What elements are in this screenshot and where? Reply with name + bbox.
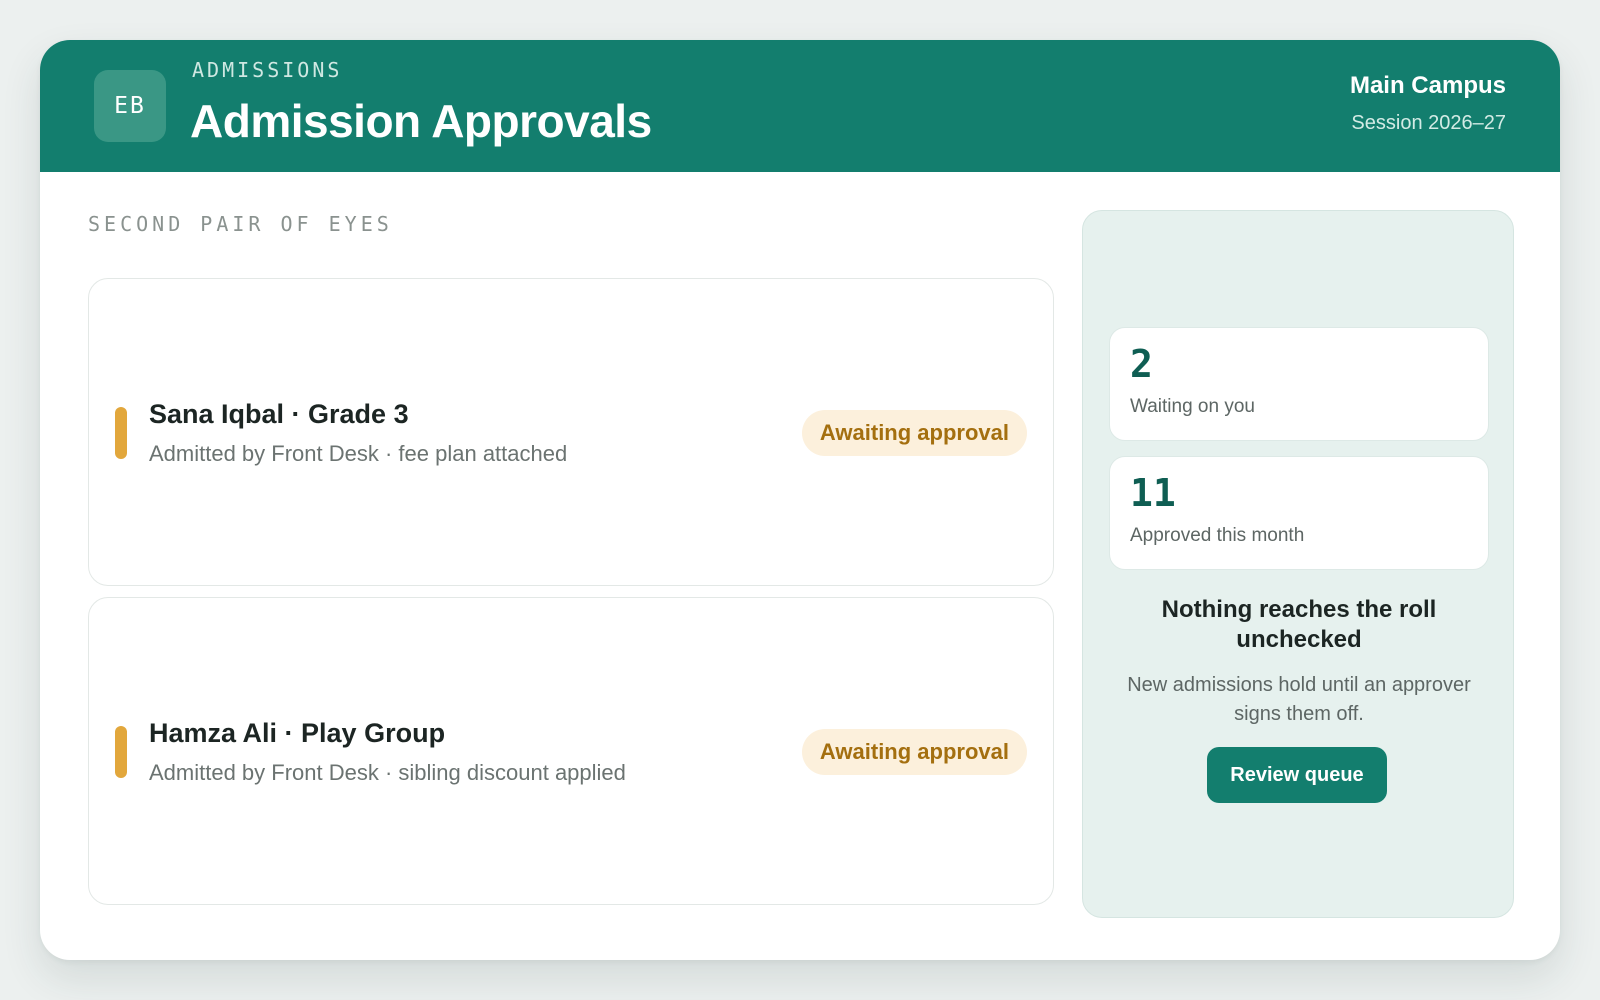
app-window: EB ADMISSIONS Admission Approvals Main C… xyxy=(40,40,1560,960)
list-section-label: SECOND PAIR OF EYES xyxy=(88,212,393,236)
approval-card[interactable]: Hamza Ali · Play Group Admitted by Front… xyxy=(88,597,1054,905)
stat-waiting: 2 Waiting on you xyxy=(1109,327,1489,441)
stat-value: 2 xyxy=(1130,342,1153,386)
page-title: Admission Approvals xyxy=(190,95,652,147)
student-name: Hamza Ali · Play Group xyxy=(149,718,446,748)
summary-panel: 2 Waiting on you 11 Approved this month … xyxy=(1082,210,1514,918)
status-badge: Awaiting approval xyxy=(801,410,1027,456)
stat-label: Approved this month xyxy=(1130,525,1305,546)
pending-indicator xyxy=(115,407,127,459)
panel-description: New admissions hold until an approver si… xyxy=(1127,674,1471,725)
header-bar: EB ADMISSIONS Admission Approvals Main C… xyxy=(40,40,1560,172)
admission-details: Admitted by Front Desk · sibling discoun… xyxy=(149,760,626,785)
status-badge: Awaiting approval xyxy=(801,729,1027,775)
stat-approved: 11 Approved this month xyxy=(1109,456,1489,570)
admission-details: Admitted by Front Desk · fee plan attach… xyxy=(149,441,568,466)
session-label: Session 2026–27 xyxy=(1351,112,1506,134)
student-name: Sana Iqbal · Grade 3 xyxy=(149,399,409,429)
review-queue-button[interactable]: Review queue xyxy=(1207,747,1387,803)
panel-heading: Nothing reaches the roll unchecked xyxy=(1161,596,1437,653)
school-logo: EB xyxy=(94,70,166,142)
pending-indicator xyxy=(115,726,127,778)
approval-card[interactable]: Sana Iqbal · Grade 3 Admitted by Front D… xyxy=(88,278,1054,586)
section-eyebrow: ADMISSIONS xyxy=(192,58,343,82)
campus-name: Main Campus xyxy=(1349,72,1506,99)
stat-value: 11 xyxy=(1130,471,1176,515)
stat-label: Waiting on you xyxy=(1130,396,1255,417)
